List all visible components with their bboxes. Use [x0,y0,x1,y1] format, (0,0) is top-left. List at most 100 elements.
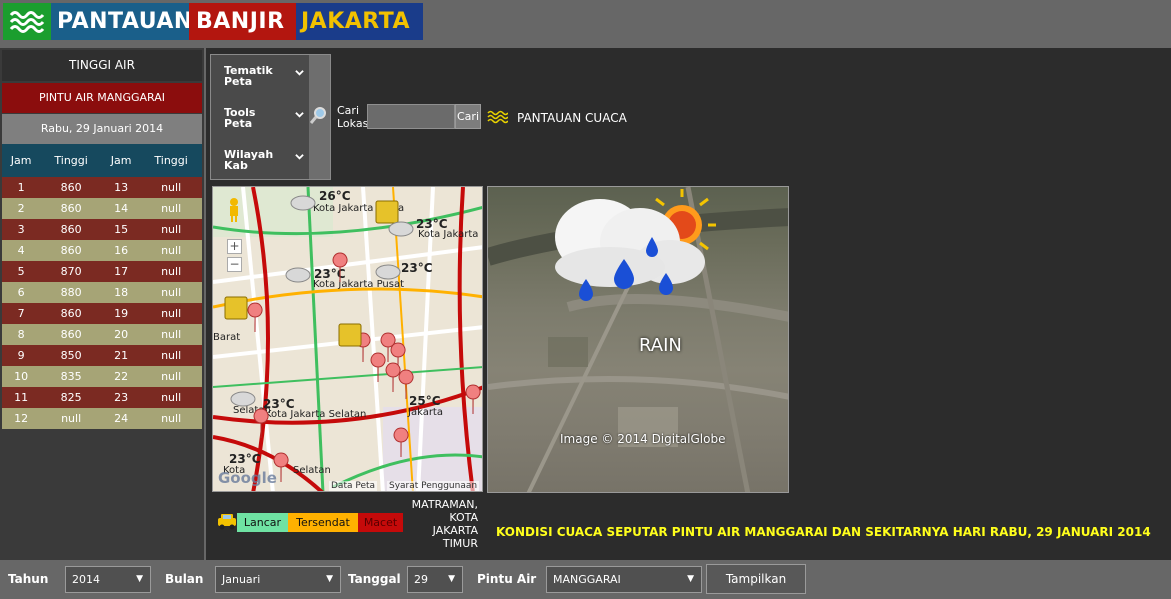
table-cell: 20 [101,324,141,345]
year-select[interactable]: 2014 ▼ [65,566,151,593]
table-cell: null [140,324,202,345]
table-cell: 18 [101,282,141,303]
table-cell: null [140,219,202,240]
map-data-link[interactable]: Data Peta [329,481,378,491]
table-cell: null [140,198,202,219]
table-cell: 17 [101,261,141,282]
day-select[interactable]: 29 ▼ [407,566,463,593]
table-cell: 7 [2,303,41,324]
gate-value: MANGGARAI [553,573,621,586]
table-cell: null [140,408,202,429]
table-cell: 3 [2,219,41,240]
column-header: Jam [2,144,41,177]
table-cell: 860 [40,324,102,345]
wave-icon [487,110,508,124]
wave-logo-icon [3,3,51,40]
table-row: 11 825 23 null [2,387,202,408]
table-cell: 21 [101,345,141,366]
menu-item-label: Tools Peta [224,106,256,130]
logo-word-jakarta: JAKARTA [296,3,423,40]
table-cell: null [140,282,202,303]
column-header: Tinggi [140,144,202,177]
legend-lancar: Lancar [237,513,288,532]
weather-monitor-link[interactable]: PANTAUAN CUACA [517,111,627,125]
logo-word-banjir: BANJIR [189,3,296,40]
weather-satellite-view: RAIN Image © 2014 DigitalGlobe [487,186,789,493]
table-cell: 9 [2,345,41,366]
legend-tersendat: Tersendat [288,513,358,532]
logo-word-pantauan: PANTAUAN [51,3,192,40]
table-cell: null [140,387,202,408]
menu-item-wilayah-kab[interactable]: Wilayah Kab [224,149,304,171]
map-markers [224,195,481,483]
menu-item-label: Tematik Peta [224,64,273,88]
show-button[interactable]: Tampilkan [706,564,806,594]
traffic-map[interactable]: + − Kota Jakarta Utara Kota Jakarta Kota… [212,186,483,492]
menu-item-tools-peta[interactable]: Tools Peta [224,107,304,129]
table-cell: 15 [101,219,141,240]
table-cell: 12 [2,408,41,429]
dropdown-arrow-icon: ▼ [326,574,333,584]
google-logo: Google [218,469,277,487]
map-menu-list: Tematik Peta Tools Peta Wilayah Kab [211,55,309,179]
table-cell: 2 [2,198,41,219]
table-cell: 860 [40,240,102,261]
table-cell: 6 [2,282,41,303]
table-cell: 19 [101,303,141,324]
table-cell: null [40,408,102,429]
dropdown-arrow-icon: ▼ [136,574,143,584]
month-value: Januari [222,573,261,586]
menu-item-label: Wilayah Kab [224,148,274,172]
table-cell: 860 [40,198,102,219]
table-cell: 835 [40,366,102,387]
table-cell: 860 [40,219,102,240]
table-row: 2 860 14 null [2,198,202,219]
column-header: Tinggi [40,144,102,177]
month-select[interactable]: Januari ▼ [215,566,341,593]
filter-bar: Tahun 2014 ▼ Bulan Januari ▼ Tanggal 29 … [0,560,1171,599]
map-terms-link[interactable]: Syarat Penggunaan [387,481,480,491]
location-name: MATRAMAN, KOTA JAKARTA TIMUR [411,498,478,550]
table-cell: 860 [40,177,102,198]
table-cell: 8 [2,324,41,345]
search-button[interactable]: Cari [455,104,481,129]
panel-date: Rabu, 29 Januari 2014 [2,114,202,144]
year-value: 2014 [72,573,100,586]
table-row: 9 850 21 null [2,345,202,366]
table-cell: 5 [2,261,41,282]
table-cell: 825 [40,387,102,408]
gate-name: PINTU AIR MANGGARAI [2,83,202,113]
chevron-down-icon [295,70,304,76]
legend-macet: Macet [358,513,403,532]
day-value: 29 [414,573,428,586]
table-cell: 16 [101,240,141,261]
table-cell: null [140,177,202,198]
dropdown-arrow-icon: ▼ [448,574,455,584]
car-icon [218,514,236,530]
table-row: 5 870 17 null [2,261,202,282]
search-label: Cari Lokasi [337,104,372,130]
table-cell: 4 [2,240,41,261]
chevron-down-icon [295,154,304,160]
panel-title: TINGGI AIR [2,50,202,81]
column-header: Jam [101,144,141,177]
gate-select[interactable]: MANGGARAI ▼ [546,566,702,593]
rain-cloud-sun-icon [555,189,716,301]
table-cell: 11 [2,387,41,408]
table-cell: null [140,261,202,282]
search-input[interactable] [367,104,455,129]
table-cell: 22 [101,366,141,387]
table-cell: 1 [2,177,41,198]
menu-item-tematik-peta[interactable]: Tematik Peta [224,65,304,87]
chevron-down-icon [295,112,304,118]
dropdown-arrow-icon: ▼ [687,574,694,584]
water-level-table: Jam Tinggi Jam Tinggi 1 860 13 null 2 860 14 nu… [2,144,202,429]
table-cell: null [140,240,202,261]
image-credit: Image © 2014 DigitalGlobe [560,432,726,446]
table-cell: 10 [2,366,41,387]
table-row: 10 835 22 null [2,366,202,387]
water-level-panel: TINGGI AIR PINTU AIR MANGGARAI Rabu, 29 … [0,48,204,560]
table-cell: 850 [40,345,102,366]
table-cell: 870 [40,261,102,282]
month-label: Bulan [165,572,204,586]
